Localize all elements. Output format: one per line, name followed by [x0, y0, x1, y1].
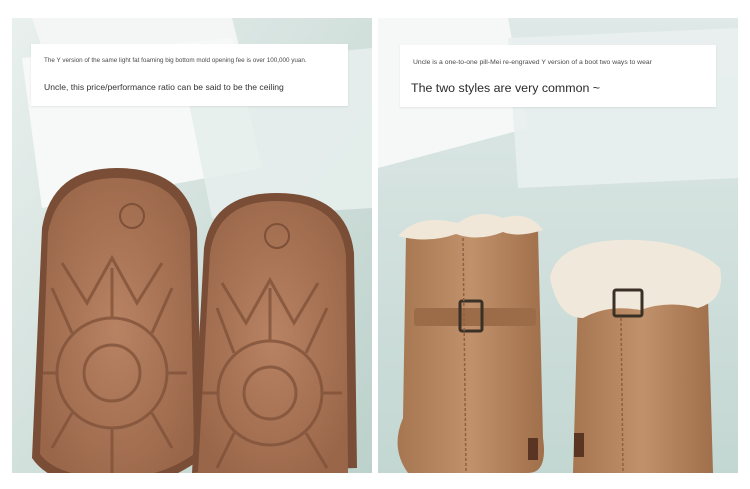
photo-panel-boots: Uncle is a one-to-one pill-Mei re-engrav… — [378, 18, 738, 473]
boot-tag — [574, 433, 584, 457]
photo-panel-soles: The Y version of the same light fat foam… — [12, 18, 372, 473]
caption-subtext: The Y version of the same light fat foam… — [44, 57, 307, 64]
tall-boot — [397, 214, 544, 473]
left-boot-sole — [32, 168, 202, 473]
caption-headline: Uncle, this price/performance ratio can … — [44, 82, 284, 92]
right-boot-sole — [192, 193, 357, 473]
caption-box: The Y version of the same light fat foam… — [31, 44, 348, 106]
boot-tag — [528, 438, 538, 460]
caption-box: Uncle is a one-to-one pill-Mei re-engrav… — [400, 45, 716, 107]
caption-headline: The two styles are very common ~ — [411, 81, 601, 95]
boot-strap — [414, 308, 536, 326]
caption-subtext: Uncle is a one-to-one pill-Mei re-engrav… — [413, 59, 652, 66]
